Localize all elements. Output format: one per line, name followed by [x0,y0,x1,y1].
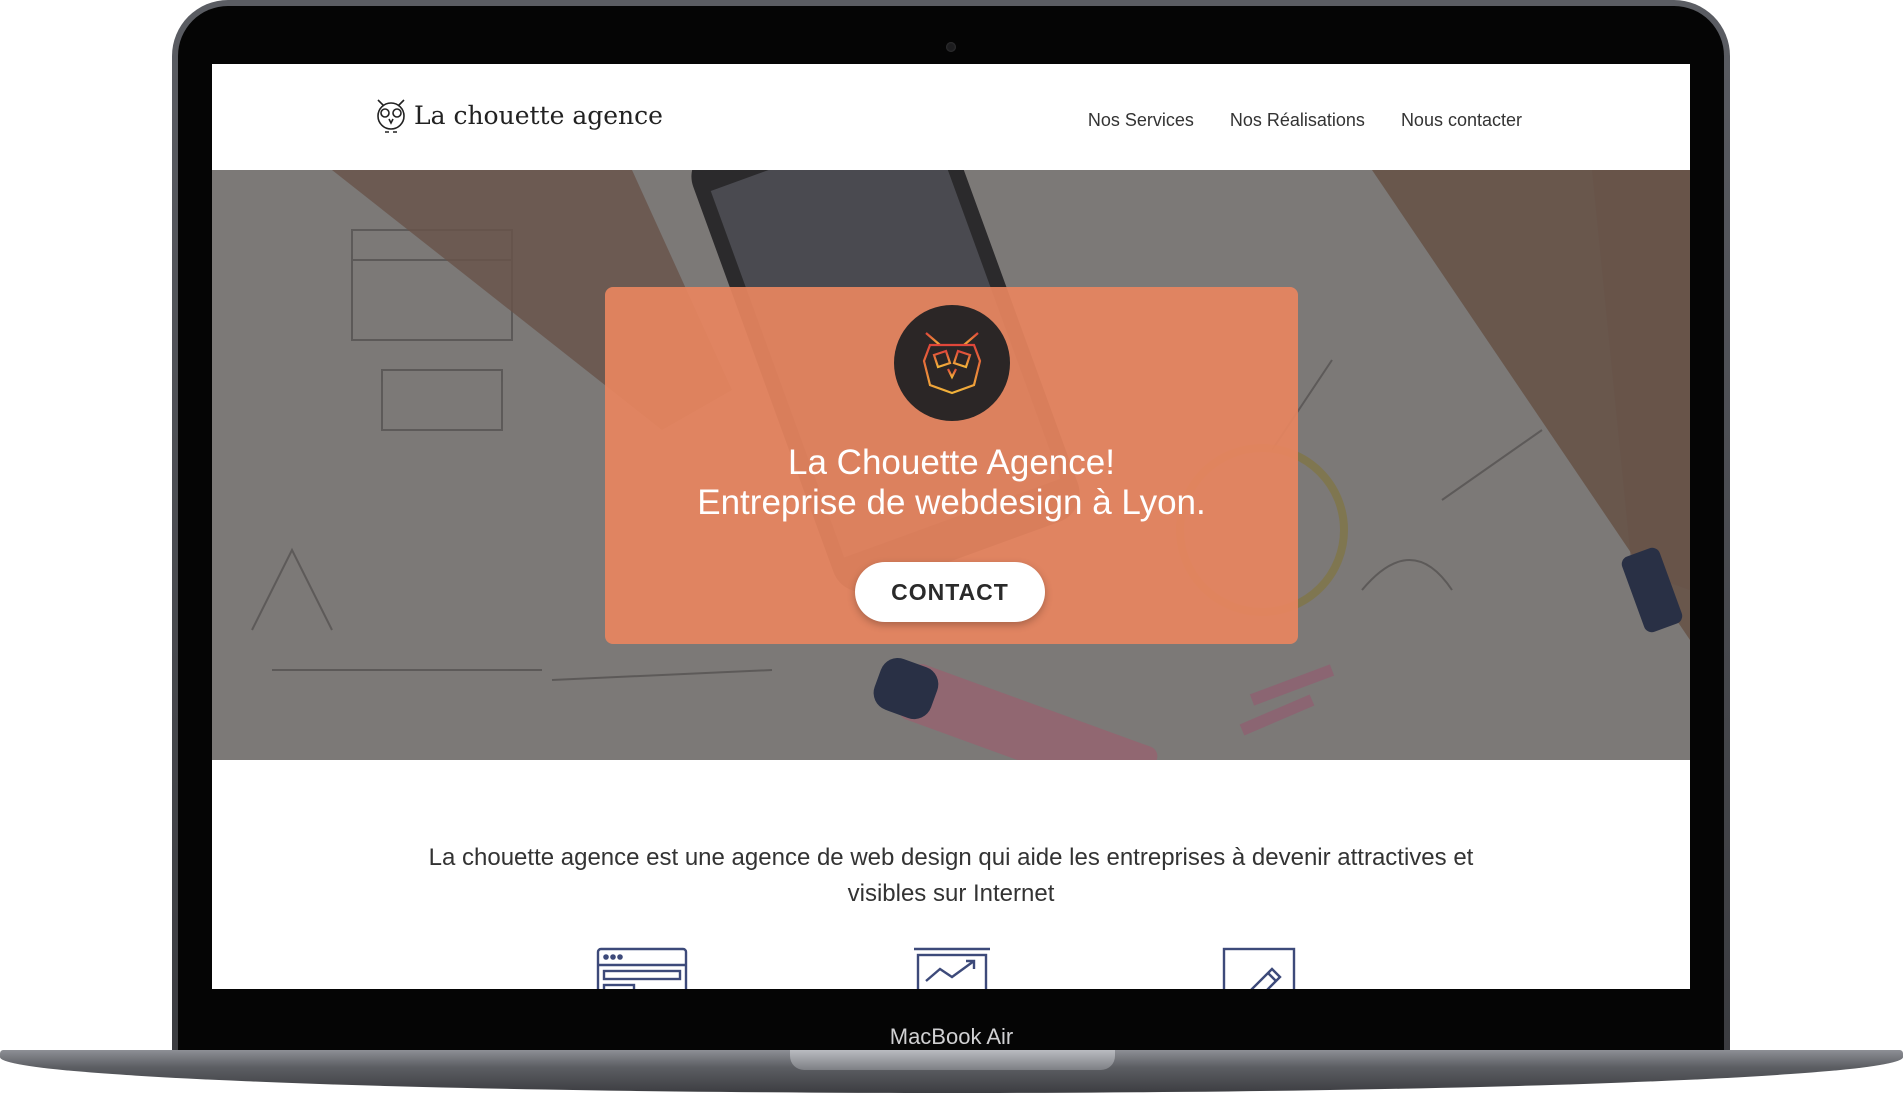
nav-item-realisations[interactable]: Nos Réalisations [1230,110,1365,131]
laptop-base-notch [790,1050,1115,1070]
intro-text: La chouette agence est une agence de web… [212,840,1690,912]
owl-badge-icon [922,332,982,397]
hero-title-line-2: Entreprise de webdesign à Lyon. [697,483,1206,522]
pencil-edit-icon [1222,947,1296,989]
logo-text: La chouette agence [414,100,663,130]
website-screen: La chouette agence Nos Services Nos Réal… [212,64,1690,989]
intro-paragraph: La chouette agence est une agence de web… [428,844,1474,907]
nav-item-services[interactable]: Nos Services [1088,110,1194,131]
hero-card: La Chouette Agence! Entreprise de webdes… [605,287,1298,644]
owl-logo-icon [377,99,405,133]
browser-window-icon [596,947,688,989]
chart-growth-icon [914,947,990,989]
hero-title: La Chouette Agence! Entreprise de webdes… [605,443,1298,523]
nav-item-contact[interactable]: Nous contacter [1401,110,1522,131]
camera-icon [946,42,956,52]
laptop-mockup: La chouette agence Nos Services Nos Réal… [0,0,1903,1093]
site-logo[interactable]: La chouette agence [374,96,663,134]
hero-badge [894,305,1010,421]
contact-button[interactable]: CONTACT [855,562,1045,622]
hero-title-line-1: La Chouette Agence! [788,443,1115,482]
main-nav: Nos Services Nos Réalisations Nous conta… [1088,110,1522,131]
hero-section: La Chouette Agence! Entreprise de webdes… [212,170,1690,760]
feature-icons-row [212,947,1690,989]
device-label: MacBook Air [889,1024,1014,1049]
site-header: La chouette agence Nos Services Nos Réal… [212,64,1690,170]
